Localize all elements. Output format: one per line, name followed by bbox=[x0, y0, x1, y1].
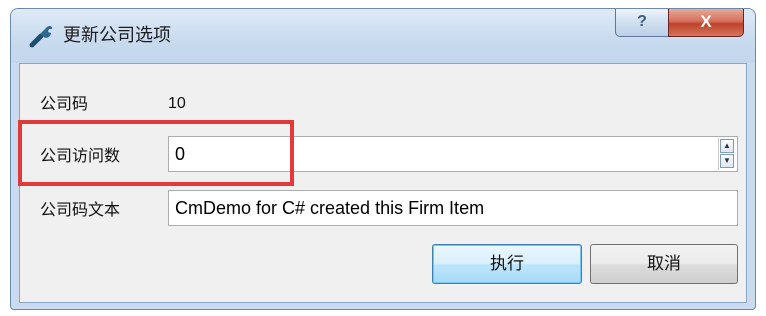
code-text-label: 公司码文本 bbox=[40, 200, 121, 219]
highlight-box bbox=[18, 120, 294, 186]
close-button[interactable]: X bbox=[668, 9, 744, 37]
spin-down-arrow-icon[interactable]: ▼ bbox=[720, 154, 734, 168]
code-text-input[interactable]: CmDemo for C# created this Firm Item bbox=[168, 190, 738, 226]
window-title: 更新公司选项 bbox=[63, 25, 171, 46]
spin-up-arrow-icon[interactable]: ▲ bbox=[720, 139, 734, 153]
title-bar[interactable]: 更新公司选项 ? X bbox=[11, 9, 755, 63]
company-code-label: 公司码 bbox=[40, 94, 89, 113]
execute-button[interactable]: 执行 bbox=[432, 244, 582, 284]
wrench-icon bbox=[29, 23, 55, 49]
help-button[interactable]: ? bbox=[615, 9, 669, 37]
company-code-value: 10 bbox=[168, 95, 186, 112]
spin-buttons: ▲ ▼ bbox=[718, 138, 736, 170]
cancel-button[interactable]: 取消 bbox=[590, 244, 738, 284]
code-text-value: CmDemo for C# created this Firm Item bbox=[175, 198, 485, 218]
